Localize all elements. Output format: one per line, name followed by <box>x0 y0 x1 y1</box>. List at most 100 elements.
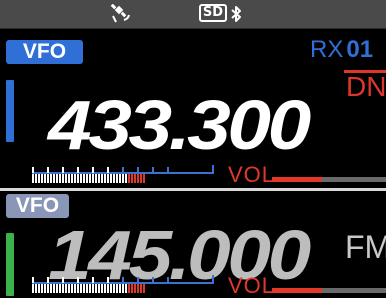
meter-tick <box>122 277 124 283</box>
meter-segment <box>92 174 94 183</box>
meter-tick <box>152 277 154 283</box>
meter-segment <box>86 174 88 183</box>
meter-segment <box>83 284 85 293</box>
meter-segment <box>107 284 109 293</box>
meter-tick <box>212 165 214 173</box>
band-a-rx-label: RX 01 <box>310 38 373 62</box>
meter-segment <box>122 284 124 293</box>
meter-segment <box>137 174 139 183</box>
meter-segment <box>56 174 58 183</box>
meter-segment <box>122 174 124 183</box>
rx-text: RX 01 <box>310 36 373 63</box>
meter-segment <box>131 284 133 293</box>
meter-segment <box>116 174 118 183</box>
meter-tick <box>167 277 169 283</box>
meter-segment <box>134 174 136 183</box>
meter-tick <box>92 277 94 283</box>
meter-segment <box>38 174 40 183</box>
meter-segment <box>119 284 121 293</box>
meter-segment <box>35 284 37 293</box>
meter-segment <box>68 284 70 293</box>
status-bar: SD <box>0 0 386 29</box>
meter-tick <box>32 167 34 173</box>
meter-segment <box>125 284 127 293</box>
meter-tick <box>137 167 139 173</box>
band-b-s-meter <box>32 275 214 293</box>
band-b-modulation: FM <box>345 229 386 265</box>
band-a-digital-mode-badge: DN <box>344 70 386 100</box>
band-b-active-indicator <box>6 233 14 296</box>
meter-segment <box>119 174 121 183</box>
meter-tick <box>92 167 94 173</box>
meter-segment <box>128 284 130 293</box>
meter-segment <box>74 174 76 183</box>
band-a-volume-slider[interactable] <box>272 177 386 182</box>
meter-segment <box>140 284 142 293</box>
meter-segment <box>89 284 91 293</box>
meter-segment <box>98 284 100 293</box>
meter-segment <box>107 174 109 183</box>
meter-segment <box>101 174 103 183</box>
meter-segment <box>131 174 133 183</box>
meter-tick <box>62 277 64 283</box>
meter-segment <box>77 284 79 293</box>
meter-segment <box>86 284 88 293</box>
band-a-volume-fill <box>272 177 323 182</box>
meter-segment <box>95 284 97 293</box>
meter-segment <box>35 174 37 183</box>
meter-segment <box>83 174 85 183</box>
meter-segment <box>110 284 112 293</box>
band-a-frequency[interactable]: 433.300 <box>48 90 311 160</box>
meter-segment <box>53 284 55 293</box>
band-a-active-indicator <box>6 80 14 142</box>
band-divider <box>0 188 386 191</box>
meter-segment <box>44 284 46 293</box>
meter-segment <box>143 284 145 293</box>
meter-segment <box>92 284 94 293</box>
sd-card-icon: SD <box>199 4 227 22</box>
meter-segment <box>47 174 49 183</box>
meter-segment <box>59 284 61 293</box>
band-a-mode-tag[interactable]: VFO <box>6 40 83 64</box>
meter-segment <box>47 284 49 293</box>
meter-segment <box>98 174 100 183</box>
meter-segment <box>116 284 118 293</box>
rx-channel: 01 <box>346 36 374 63</box>
meter-segment <box>113 284 115 293</box>
rx-prefix: RX <box>310 36 344 63</box>
meter-segment <box>77 174 79 183</box>
meter-segment <box>41 284 43 293</box>
bluetooth-icon <box>230 5 242 27</box>
gps-satellite-icon <box>110 3 132 28</box>
meter-segment <box>59 174 61 183</box>
meter-segment <box>101 284 103 293</box>
meter-segment <box>89 174 91 183</box>
meter-segment <box>68 174 70 183</box>
meter-segment <box>65 284 67 293</box>
meter-tick <box>167 167 169 173</box>
band-b-mode-tag[interactable]: VFO <box>6 194 69 218</box>
meter-tick <box>122 167 124 173</box>
band-b-volume-slider[interactable] <box>272 288 386 293</box>
meter-segment <box>128 174 130 183</box>
band-a-s-meter <box>32 165 214 183</box>
meter-segment <box>80 284 82 293</box>
meter-segment <box>44 174 46 183</box>
meter-segment <box>32 174 34 183</box>
meter-tick <box>62 167 64 173</box>
band-b-volume-label: VOL <box>228 273 276 298</box>
meter-segment <box>53 174 55 183</box>
meter-segment <box>134 284 136 293</box>
meter-tick <box>107 277 109 283</box>
meter-tick <box>77 167 79 173</box>
meter-segment <box>95 174 97 183</box>
meter-segment <box>137 284 139 293</box>
meter-segment <box>50 284 52 293</box>
meter-segment <box>113 174 115 183</box>
meter-segment <box>71 284 73 293</box>
band-b-volume-fill <box>272 288 323 293</box>
meter-tick <box>137 277 139 283</box>
meter-segment <box>71 174 73 183</box>
meter-segment <box>125 174 127 183</box>
digital-mode-text: DN <box>346 71 386 101</box>
